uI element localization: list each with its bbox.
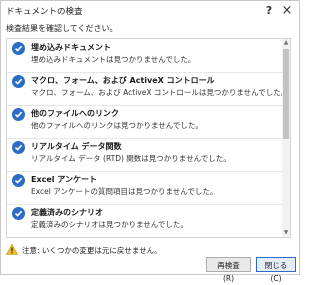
results-list[interactable]: 埋め込みドキュメント 埋め込みドキュメントは見つかりませんでした。 マクロ、フォ… [6, 38, 291, 238]
result-description: Excel アンケートの質問項目は見つかりませんでした。 [31, 187, 218, 196]
result-title: マクロ、フォーム、および ActiveX コントロール [31, 76, 215, 85]
checkmark-icon [12, 75, 25, 88]
result-description: 定義済みのシナリオは見つかりませんでした。 [31, 220, 188, 229]
result-item: マクロ、フォーム、および ActiveX コントロール マクロ、フォーム、および… [7, 72, 288, 106]
result-description: 他のファイルへのリンクは見つかりませんでした。 [31, 121, 203, 130]
close-button[interactable]: 閉じる(C) [256, 257, 296, 283]
result-item: Excel アンケート Excel アンケートの質問項目は見つかりませんでした。 [7, 171, 283, 205]
result-item: リアルタイム データ関数 リアルタイム データ (RTD) 関数は見つかりません… [7, 138, 283, 172]
result-title: リアルタイム データ関数 [31, 142, 122, 151]
scroll-thumb[interactable] [283, 49, 289, 139]
result-title: 他のファイルへのリンク [31, 109, 119, 118]
warning-text: 注意: いくつかの変更は元に戻せません。 [22, 246, 162, 255]
result-item: 他のファイルへのリンク 他のファイルへのリンクは見つかりませんでした。 [7, 105, 283, 139]
result-title: Excel アンケート [31, 175, 97, 184]
warning-icon [6, 244, 18, 255]
result-item: 埋め込みドキュメント 埋め込みドキュメントは見つかりませんでした。 [7, 39, 283, 73]
result-item: 定義済みのシナリオ 定義済みのシナリオは見つかりませんでした。 [7, 204, 283, 237]
checkmark-icon [12, 141, 25, 154]
result-description: 埋め込みドキュメントは見つかりませんでした。 [31, 55, 196, 64]
instruction-text: 検査結果を確認してください。 [6, 24, 118, 33]
window-title: ドキュメントの検査 [6, 7, 83, 17]
checkmark-icon [12, 174, 25, 187]
close-icon[interactable]: × [279, 3, 295, 19]
scroll-down-arrow-icon[interactable]: ▼ [282, 229, 290, 237]
title-bar: ドキュメントの検査 ? × [1, 1, 299, 21]
scroll-up-arrow-icon[interactable]: ▲ [282, 39, 290, 47]
vertical-scrollbar[interactable]: ▲ ▼ [282, 39, 290, 237]
recheck-button[interactable]: 再検査(R) [206, 257, 251, 283]
checkmark-icon [12, 207, 25, 220]
checkmark-icon [12, 108, 25, 121]
result-title: 定義済みのシナリオ [31, 208, 103, 217]
document-inspector-dialog: ドキュメントの検査 ? × 検査結果を確認してください。 埋め込みドキュメント … [0, 0, 300, 283]
result-title: 埋め込みドキュメント [31, 43, 111, 52]
result-description: リアルタイム データ (RTD) 関数は見つかりませんでした。 [31, 154, 231, 163]
help-icon[interactable]: ? [261, 3, 277, 19]
result-description: マクロ、フォーム、および ActiveX コントロールは見つかりませんでした。 [31, 88, 289, 97]
checkmark-icon [12, 42, 25, 55]
